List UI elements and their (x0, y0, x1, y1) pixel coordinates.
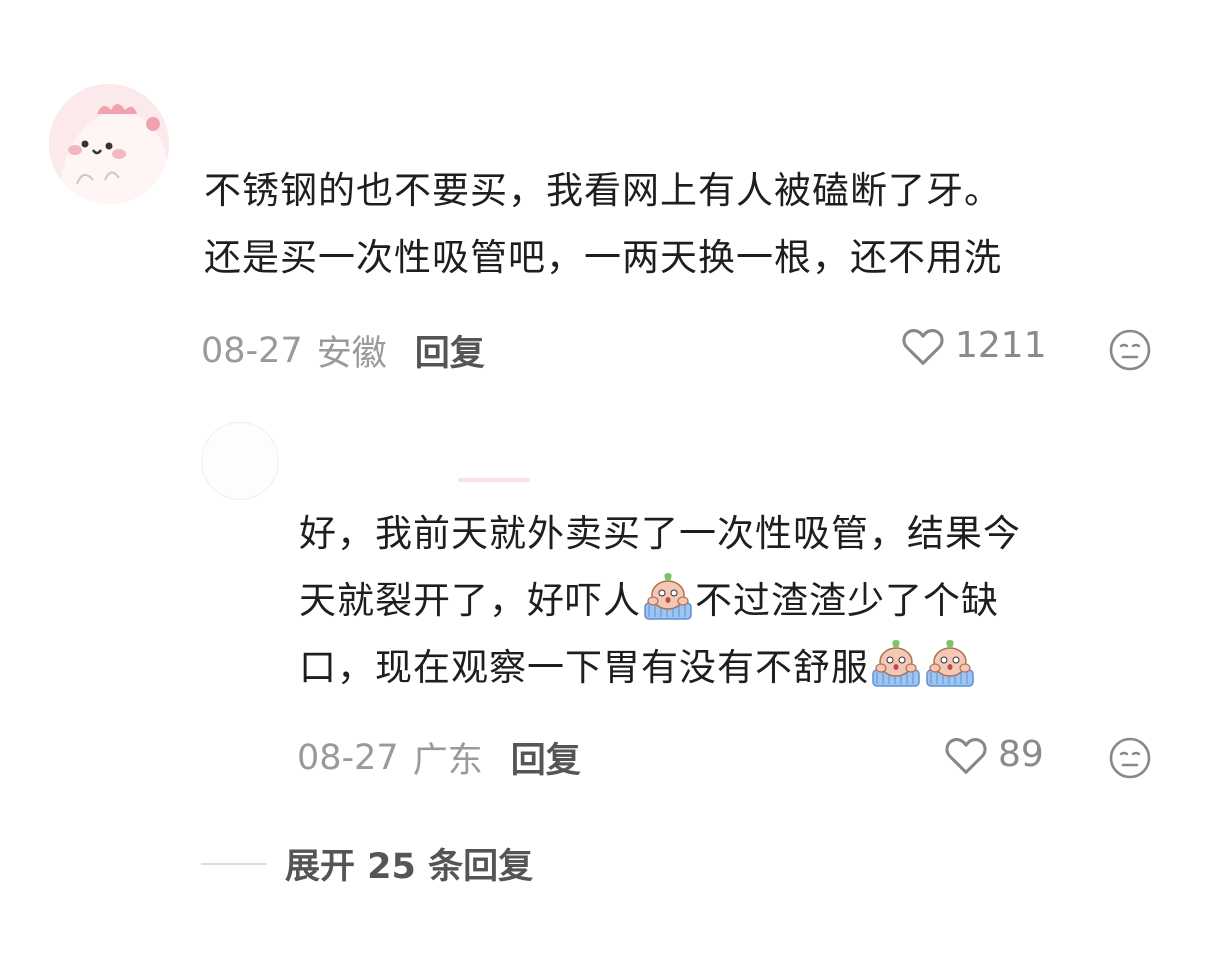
comment-date: 08-27 (201, 330, 303, 371)
crying-sticker-icon (872, 640, 920, 687)
reply-line-part: 口，现在观察一下胃有没有不舒服 (299, 646, 869, 689)
pink-cartoon-avatar-icon (49, 84, 169, 204)
reply-text: 好，我前天就外卖买了一次性吸管，结果今 天就裂开了，好吓人 不过渣渣少了个缺 口… (299, 500, 1179, 701)
heart-outline-icon (945, 737, 987, 774)
reply-meta: 08-27 广东 回复 (297, 732, 581, 783)
comment-text: 不锈钢的也不要买，我看网上有人被磕断了牙。 还是买一次性吸管吧，一两天换一根，还… (204, 157, 1194, 291)
expand-replies-label: 展开 25 条回复 (285, 847, 534, 887)
reply-avatar[interactable] (201, 422, 279, 500)
reply-button[interactable]: 回复 (415, 325, 485, 376)
dislike-button[interactable] (1108, 736, 1152, 784)
crying-sticker-icon (644, 573, 692, 620)
like-button[interactable]: 89 (944, 734, 1044, 775)
comment-location: 安徽 (316, 334, 387, 374)
dislike-button[interactable] (1108, 328, 1152, 376)
reply-line-part: 不过渣渣少了个缺 (695, 579, 999, 622)
decorative-bar (458, 478, 530, 482)
reply-button[interactable]: 回复 (511, 732, 581, 783)
expand-replies-button[interactable]: 展开 25 条回复 (201, 838, 533, 889)
comment-line: 不锈钢的也不要买，我看网上有人被磕断了牙。 (204, 169, 1002, 212)
comment-meta: 08-27 安徽 回复 (201, 325, 485, 376)
like-count: 89 (998, 734, 1044, 775)
meh-face-icon (1109, 737, 1151, 779)
like-button[interactable]: 1211 (901, 325, 1047, 366)
reply-line: 天就裂开了，好吓人 不过渣渣少了个缺 (299, 567, 1179, 634)
heart-outline-icon (902, 328, 944, 365)
comment-line: 还是买一次性吸管吧，一两天换一根，还不用洗 (204, 236, 1002, 279)
reply-line: 好，我前天就外卖买了一次性吸管，结果今 (299, 512, 1021, 555)
like-count: 1211 (955, 325, 1047, 366)
reply-line: 口，现在观察一下胃有没有不舒服 (299, 634, 1179, 701)
reply-line-part: 天就裂开了，好吓人 (299, 579, 641, 622)
meh-face-icon (1109, 329, 1151, 371)
avatar[interactable] (49, 84, 169, 204)
crying-sticker-icon (926, 640, 974, 687)
reply-location: 广东 (412, 741, 483, 781)
reply-date: 08-27 (297, 737, 399, 778)
divider (201, 862, 267, 865)
